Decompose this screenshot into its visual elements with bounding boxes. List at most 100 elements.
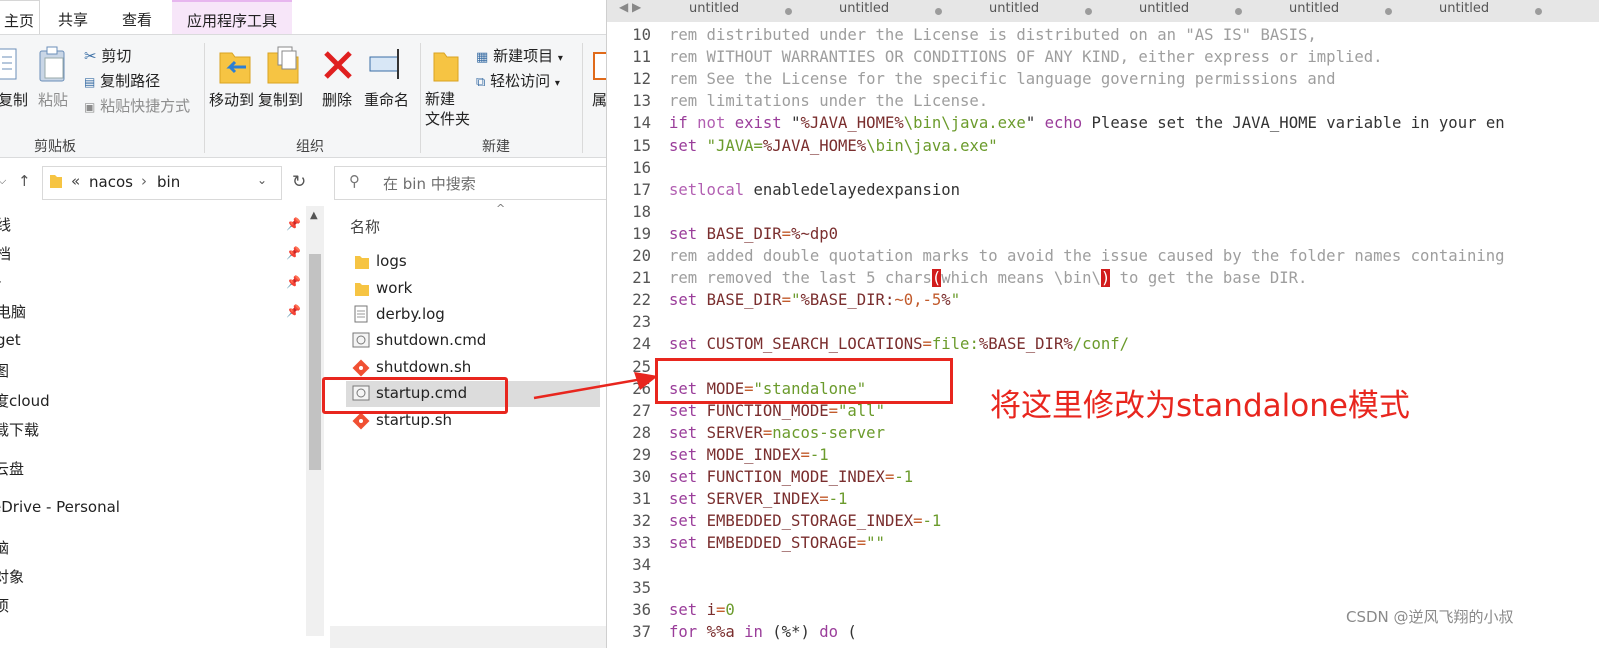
paste-shortcut-button[interactable]: ▣ 粘贴快捷方式 [84, 95, 190, 116]
code-line[interactable]: set SERVER_INDEX=-1 [669, 490, 847, 508]
search-input-placeholder[interactable]: 在 bin 中搜索 [383, 173, 476, 194]
line-number: 14 [632, 114, 651, 133]
code-line[interactable]: rem distributed under the License is dis… [669, 26, 1317, 44]
code-line[interactable]: set EMBEDDED_STORAGE_INDEX=-1 [669, 512, 941, 530]
column-header-name[interactable]: 名称 [350, 216, 380, 237]
copy-to-button[interactable]: 复制到 [258, 89, 303, 110]
code-line[interactable]: set EMBEDDED_STORAGE="" [669, 534, 885, 552]
text-editor-window: ◀ ▶ untitled untitled untitled untitled unti… [606, 0, 1599, 648]
search-icon: ⚲ [349, 172, 360, 190]
code-line[interactable]: set CUSTOM_SEARCH_LOCATIONS=file:%BASE_D… [669, 335, 1129, 353]
editor-tab[interactable]: untitled [759, 0, 942, 22]
paste-icon[interactable] [36, 45, 70, 89]
code-line[interactable]: set FUNCTION_MODE="all" [669, 402, 885, 420]
code-line[interactable]: set BASE_DIR="%BASE_DIR:~0,-5%" [669, 291, 960, 309]
breadcrumb-bin[interactable]: bin [157, 173, 180, 191]
unsaved-dot-icon[interactable] [1535, 8, 1542, 15]
code-line[interactable]: set MODE_INDEX=-1 [669, 446, 829, 464]
code-line[interactable]: rem removed the last 5 chars(which means… [669, 269, 1307, 288]
code-line[interactable]: rem WITHOUT WARRANTIES OR CONDITIONS OF … [669, 48, 1383, 66]
code-token: = [819, 490, 829, 509]
copy-icon[interactable] [0, 45, 20, 89]
editor-tab[interactable]: untitled [1359, 0, 1542, 22]
pin-icon[interactable]: 📌 [286, 217, 301, 231]
copy-path-button[interactable]: ▤ 复制路径 [84, 70, 160, 91]
nav-item[interactable]: 电脑 [0, 301, 26, 322]
address-dropdown-icon[interactable]: ⌄ [257, 173, 267, 187]
file-row[interactable]: work [326, 276, 606, 302]
nav-item[interactable]: 图 [0, 360, 9, 381]
nav-item[interactable]: 档 [0, 243, 11, 264]
code-line[interactable]: set SERVER=nacos-server [669, 424, 885, 442]
search-box[interactable]: ⚲ 在 bin 中搜索 [334, 166, 606, 200]
up-arrow-icon[interactable]: ↑ [18, 172, 31, 190]
new-folder-icon[interactable] [432, 47, 460, 87]
tab-share[interactable]: 共享 [58, 0, 88, 34]
pin-icon[interactable]: 📌 [286, 246, 301, 260]
horizontal-scrollbar[interactable] [330, 626, 606, 648]
tab-app-tools[interactable]: 应用程序工具 [172, 0, 292, 34]
code-token: %BASE_DIR% [978, 335, 1073, 354]
refresh-icon[interactable]: ↻ [292, 172, 306, 192]
properties-icon[interactable] [592, 45, 606, 89]
properties-button[interactable]: 属 [592, 89, 606, 110]
chevron-down-icon[interactable]: ⌵ [0, 174, 6, 188]
editor-tab[interactable]: untitled [1209, 0, 1392, 22]
new-item-button[interactable]: ▦ 新建项目 ▾ [476, 45, 563, 66]
nav-scrollbar[interactable]: ▲ [306, 206, 324, 636]
code-line[interactable]: if not exist "%JAVA_HOME%\bin\java.exe" … [669, 114, 1505, 132]
line-number: 10 [632, 26, 651, 44]
code-line[interactable]: for %%a in (%*) do ( [669, 623, 857, 641]
nav-item[interactable]: 对象 [0, 566, 24, 587]
move-to-icon[interactable] [218, 45, 252, 89]
address-box[interactable]: « nacos › bin ⌄ [42, 166, 282, 200]
delete-button[interactable]: 删除 [322, 89, 352, 110]
nav-item[interactable]: 线 [0, 214, 11, 235]
nav-item[interactable]: 载下载 [0, 419, 39, 440]
nav-item[interactable]: 脑 [0, 537, 9, 558]
code-token: set [669, 401, 707, 420]
code-line[interactable]: rem added double quotation marks to avoi… [669, 247, 1505, 265]
file-row[interactable]: derby.log [326, 302, 606, 328]
breadcrumb-overflow[interactable]: « [71, 172, 80, 190]
pin-icon[interactable]: 📌 [286, 275, 301, 289]
new-folder-button[interactable]: 新建 文件夹 [425, 89, 470, 129]
scroll-up-icon[interactable]: ▲ [310, 210, 318, 221]
scrollbar-thumb[interactable] [309, 254, 321, 470]
breadcrumb-nacos[interactable]: nacos [89, 173, 133, 191]
nav-item[interactable]: get [0, 331, 21, 349]
editor-tab[interactable]: untitled [909, 0, 1092, 22]
delete-icon[interactable] [322, 49, 354, 85]
file-row[interactable]: logs [326, 249, 606, 275]
code-line[interactable]: set BASE_DIR=%~dp0 [669, 225, 838, 243]
code-token: "" [866, 534, 885, 553]
tab-view[interactable]: 查看 [122, 0, 152, 34]
chevron-down-icon: ▾ [557, 53, 563, 64]
code-line[interactable]: setlocal enabledelayedexpansion [669, 181, 960, 199]
editor-tab[interactable]: untitled [1059, 0, 1242, 22]
nav-item[interactable]: - [0, 272, 1, 290]
code-token: CUSTOM_SEARCH_LOCATIONS [706, 335, 923, 354]
nav-item[interactable]: eDrive - Personal [0, 498, 120, 516]
copy-to-icon[interactable] [266, 45, 300, 89]
nav-item[interactable]: 度cloud [0, 390, 50, 411]
code-line[interactable]: set "JAVA=%JAVA_HOME%\bin\java.exe" [669, 137, 998, 155]
nav-item[interactable]: 云盘 [0, 458, 24, 479]
move-to-button[interactable]: 移动到 [209, 89, 254, 110]
easy-access-button[interactable]: ⧉ 轻松访问 ▾ [476, 70, 560, 91]
pin-icon[interactable]: 📌 [286, 304, 301, 318]
code-line[interactable]: rem limitations under the License. [669, 92, 988, 110]
paste-button-label[interactable]: 粘贴 [38, 89, 68, 110]
code-line[interactable]: set i=0 [669, 601, 735, 619]
file-row[interactable]: shutdown.cmd [326, 328, 606, 354]
copy-button-label[interactable]: 复制 [0, 89, 28, 110]
cut-button[interactable]: ✂ 剪切 [84, 45, 131, 66]
code-token: ( [847, 622, 857, 641]
nav-item[interactable]: 项 [0, 595, 9, 616]
code-line[interactable]: rem See the License for the specific lan… [669, 70, 1336, 88]
rename-button[interactable]: 重命名 [364, 89, 409, 110]
rename-icon[interactable] [368, 47, 406, 85]
code-line[interactable]: set FUNCTION_MODE_INDEX=-1 [669, 468, 913, 486]
editor-tab[interactable]: untitled [609, 0, 792, 22]
tab-home[interactable]: 主页 [0, 0, 40, 34]
